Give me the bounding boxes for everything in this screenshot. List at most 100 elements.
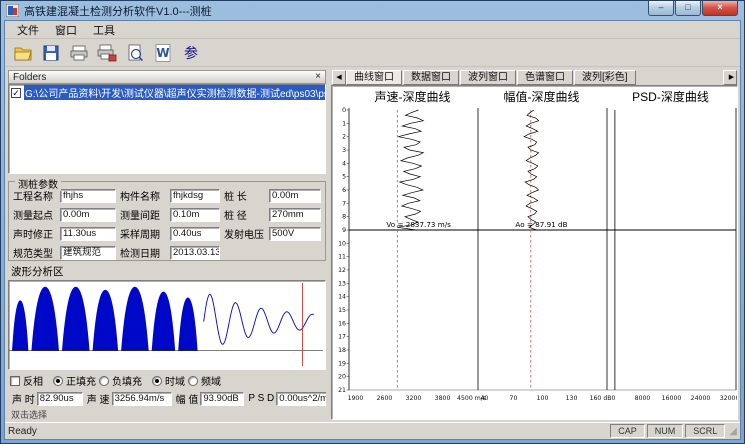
file-list-item[interactable]: ✓G:\公司产品资料\开发\测试仪器\超声仪实测检测数据-测试ed\ps03\p… (9, 85, 325, 100)
param-value-field[interactable]: 0.00m (60, 208, 116, 222)
title-bar[interactable]: 高铁建混凝土检测分析软件V1.0---测桩 – □ × (4, 1, 741, 20)
window-title: 高铁建混凝土检测分析软件V1.0---测桩 (24, 3, 212, 19)
param-label: 桩 长 (224, 188, 269, 203)
svg-text:16: 16 (338, 320, 346, 327)
tab-3[interactable]: 色谱窗口 (517, 70, 573, 85)
fill-radio-0[interactable] (53, 376, 63, 386)
param-value-field[interactable]: 0.10m (170, 208, 220, 222)
chart-title-0: 声速-深度曲线 (348, 88, 477, 105)
param-row-1: 测量起点0.00m测量间距0.10m桩 径270mm (13, 207, 322, 222)
floppy-icon (41, 43, 61, 63)
svg-text:5: 5 (342, 174, 346, 181)
param-value-field[interactable]: 500V (269, 227, 321, 241)
left-panel: Folders × ✓G:\公司产品资料\开发\测试仪器\超声仪实测检测数据-测… (7, 69, 328, 420)
svg-text:160 dB: 160 dB (590, 395, 612, 402)
domain-radio-0[interactable] (152, 376, 162, 386)
param-value-field[interactable]: 11.30us (60, 227, 116, 241)
domain-radio-1[interactable] (188, 376, 198, 386)
tab-0[interactable]: 曲线窗口 (346, 70, 402, 85)
folders-header: Folders × (8, 70, 326, 84)
preview-icon (125, 43, 145, 63)
readout-value-1: 3256.94m/s (112, 392, 172, 406)
status-cell-scrl: SCRL (685, 424, 725, 438)
pile-params-title: 测桩参数 (15, 176, 61, 191)
close-button[interactable]: × (702, 1, 738, 16)
print-button[interactable] (67, 41, 91, 65)
tab-scroll-right-button[interactable]: ▶ (723, 70, 737, 85)
chart-title-1: 幅值-深度曲线 (477, 88, 606, 105)
param-row-2: 声时修正11.30us采样周期0.40us发射电压500V (13, 226, 322, 241)
readout-value-0: 82.90us (37, 392, 83, 406)
open-file-button[interactable] (11, 41, 35, 65)
readout-label-3: P S D (248, 393, 274, 404)
file-list[interactable]: ✓G:\公司产品资料\开发\测试仪器\超声仪实测检测数据-测试ed\ps03\p… (8, 84, 326, 174)
param-label: 检测日期 (120, 245, 170, 260)
readout-label-2: 幅 值 (176, 391, 199, 406)
param-value-field[interactable]: 0.00m (269, 189, 321, 203)
param-value-field[interactable]: 2013.03.13 (170, 246, 220, 260)
param-label: 测量起点 (13, 207, 60, 222)
tab-2[interactable]: 波列窗口 (460, 70, 516, 85)
hint-text: 双击选择 (11, 408, 326, 420)
tab-scroll-left-button[interactable]: ◀ (332, 70, 346, 85)
tab-strip: ◀曲线窗口数据窗口波列窗口色谱窗口波列[彩色] ▶ (331, 69, 738, 85)
param-value-field[interactable]: fhjkdsg (170, 189, 220, 203)
svg-text:13: 13 (338, 280, 346, 287)
minimize-button[interactable]: – (648, 1, 674, 16)
word-export-button[interactable]: W (151, 41, 175, 65)
readout-label-0: 声 时 (12, 391, 35, 406)
svg-text:11: 11 (338, 254, 346, 261)
param-label: 桩 径 (224, 207, 269, 222)
param-value-field[interactable]: 0.40us (170, 227, 220, 241)
folders-title: Folders (13, 72, 46, 83)
param-value-field[interactable]: 270mm (269, 208, 321, 222)
status-cell-num: NUM (647, 424, 684, 438)
svg-text:130: 130 (566, 395, 578, 402)
tab-4[interactable]: 波列[彩色] (574, 70, 636, 85)
domain-radio-label-0: 时域 (165, 373, 185, 388)
file-path: G:\公司产品资料\开发\测试仪器\超声仪实测检测数据-测试ed\ps03\ps… (24, 85, 325, 100)
svg-text:19: 19 (338, 360, 346, 367)
svg-text:W: W (156, 46, 169, 60)
save-button[interactable] (39, 41, 63, 65)
printer-setup-icon (97, 43, 117, 63)
maximize-button[interactable]: □ (675, 1, 701, 16)
waveform-display[interactable] (8, 280, 326, 370)
param-label: 规范类型 (13, 245, 60, 260)
param-value-field[interactable]: 建筑规范 (60, 246, 116, 260)
param-label: 构件名称 (120, 188, 170, 203)
depth-curves-chart: 0123456789101112131415161718192021190026… (333, 104, 738, 418)
invert-checkbox[interactable] (10, 376, 20, 386)
print-setup-button[interactable] (95, 41, 119, 65)
fill-radio-1[interactable] (99, 376, 109, 386)
svg-text:24000: 24000 (691, 395, 711, 402)
readout-value-3: 0.00us^2/m (276, 392, 326, 406)
file-checkbox[interactable]: ✓ (11, 88, 21, 98)
menu-item-0[interactable]: 文件 (9, 21, 47, 39)
waveform-chart (9, 281, 325, 369)
menu-item-2[interactable]: 工具 (85, 21, 123, 39)
window-controls: – □ × (647, 1, 738, 16)
svg-text:17: 17 (338, 334, 346, 341)
svg-text:3800: 3800 (435, 395, 451, 402)
svg-text:10: 10 (338, 240, 346, 247)
svg-text:0: 0 (342, 107, 346, 114)
svg-text:7: 7 (342, 200, 346, 207)
fill-radio-label-0: 正填充 (66, 373, 96, 388)
word-icon: W (153, 43, 173, 63)
parameters-button[interactable]: 参 (179, 41, 203, 65)
pile-params-group: 测桩参数 工程名称fhjhs构件名称fhjkdsg桩 长0.00m测量起点0.0… (8, 181, 326, 261)
readout-label-1: 声 速 (87, 391, 110, 406)
folders-close-icon[interactable]: × (315, 72, 321, 82)
svg-text:参: 参 (184, 45, 198, 62)
param-value-field[interactable]: fhjhs (60, 189, 116, 203)
pile-params-grid: 工程名称fhjhs构件名称fhjkdsg桩 长0.00m测量起点0.00m测量间… (13, 188, 322, 260)
svg-text:20: 20 (338, 374, 346, 381)
print-preview-button[interactable] (123, 41, 147, 65)
menu-item-1[interactable]: 窗口 (47, 21, 85, 39)
svg-text:Vo = 2837.73 m/s: Vo = 2837.73 m/s (386, 220, 451, 229)
readout-value-2: 93.90dB (200, 392, 244, 406)
svg-text:3200: 3200 (406, 395, 422, 402)
tab-1[interactable]: 数据窗口 (403, 70, 459, 85)
resize-grip[interactable]: ◢ (729, 426, 737, 437)
